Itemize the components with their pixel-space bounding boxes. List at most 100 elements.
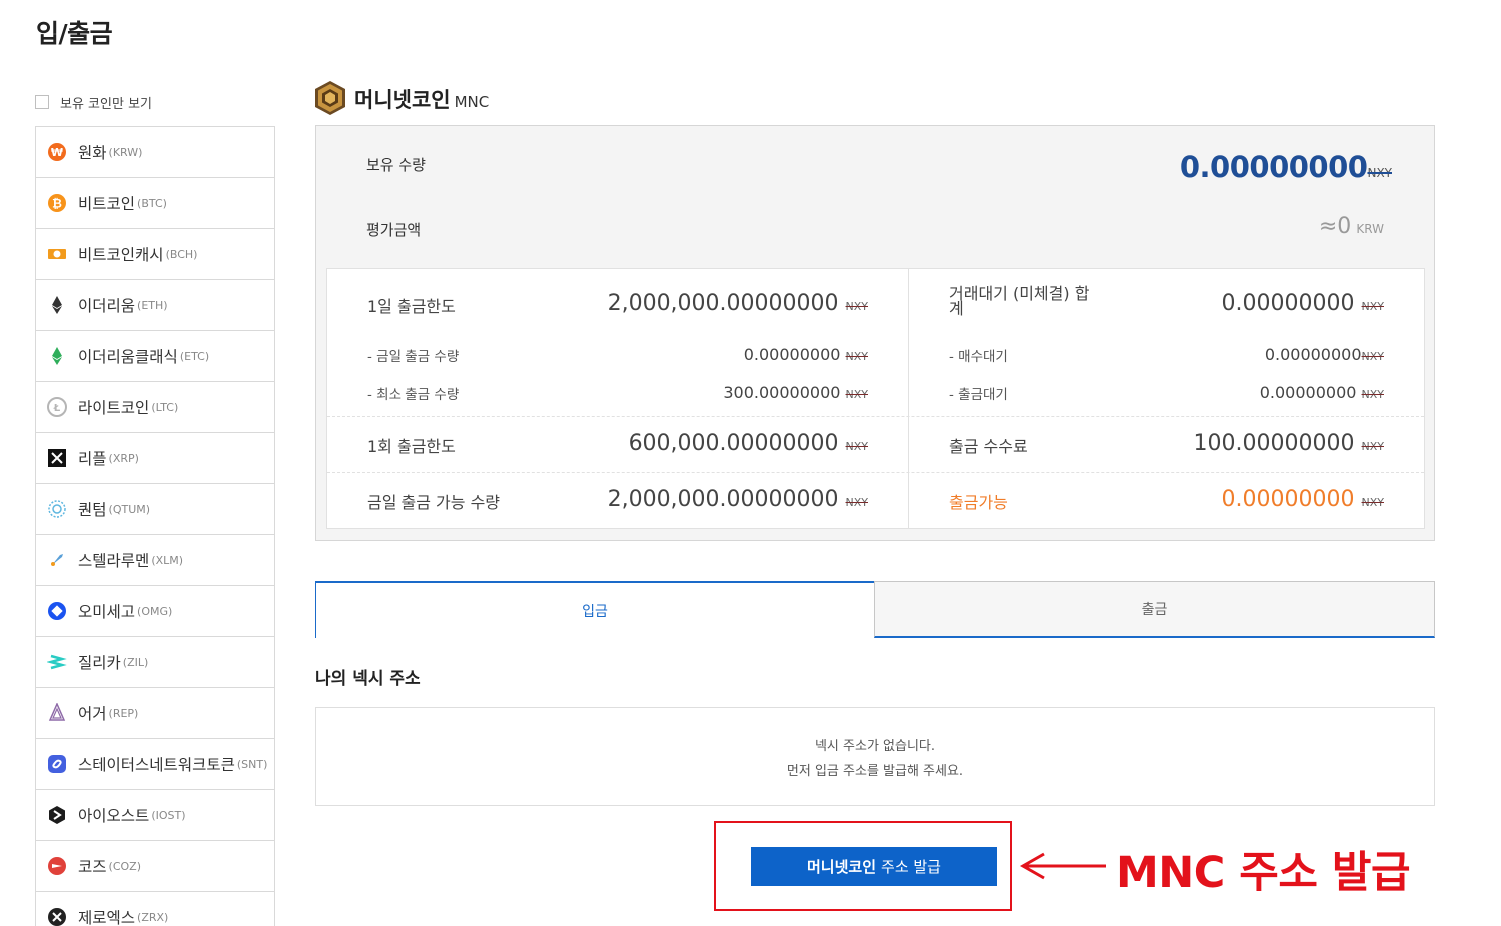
daily-limit-value: 2,000,000.00000000 [607,291,839,316]
address-empty-message: 넥시 주소가 없습니다. [814,739,936,754]
status-icon [47,754,67,774]
qtum-icon [47,499,67,519]
coin-title: 머니넷코인 MNC [354,84,489,114]
sidebar-coin-item[interactable]: 스테이터스네트워크토큰 (SNT) [36,739,274,790]
unit-label: NXY [1361,300,1384,313]
sidebar-coin-symbol: (ZRX) [137,910,169,924]
sidebar-coin-symbol: (REP) [108,706,139,720]
zilliqa-icon [47,652,67,672]
sidebar-coin-symbol: (BTC) [137,196,167,210]
sidebar-coin-item[interactable]: 스텔라루멘 (XLM) [36,535,274,586]
today-withdrawn-value: 0.00000000 [743,345,841,364]
withdrawable-label: 출금가능 [949,493,1008,512]
sidebar-coin-name: 비트코인 [78,195,136,213]
sidebar-coin-symbol: (SNT) [236,757,268,771]
unit-label: NXY [1361,496,1384,509]
only-held-label[interactable]: 보유 코인만 보기 [60,93,152,112]
tab-deposit[interactable]: 입금 [315,581,875,638]
sidebar-coin-item[interactable]: ₩ 원화 (KRW) [36,127,274,178]
tab-withdraw[interactable]: 출금 [874,581,1435,638]
won-icon: ₩ [47,142,67,162]
row-divider [327,472,1424,473]
coin-symbol: MNC [454,93,490,111]
pending-total-value: 0.00000000 [1221,291,1355,316]
once-limit-amount: 600,000.00000000 NXY [629,431,868,456]
sidebar-coin-item[interactable]: 오미세고 (OMG) [36,586,274,637]
issue-address-button[interactable]: 머니넷코인 주소 발급 [751,847,997,886]
sidebar-coin-name: 스텔라루멘 [78,552,150,570]
fee-value: 100.00000000 [1193,431,1355,456]
sidebar-coin-item[interactable]: 아이오스트 (IOST) [36,790,274,841]
pending-total-label: 거래대기 (미체결) 합계 [949,284,1090,317]
issue-button-coin: 머니넷코인 [807,858,877,876]
once-limit-label: 1회 출금한도 [367,437,456,456]
unit-label: NXY [1361,350,1384,363]
ethereum-icon [47,295,67,315]
sidebar-coin-item[interactable]: 비트코인캐시 (BCH) [36,229,274,280]
valuation-label: 평가금액 [366,221,422,239]
sidebar-coin-name: 스테이터스네트워크토큰 [78,756,235,774]
only-held-checkbox[interactable] [35,95,49,109]
sidebar-coin-symbol: (BCH) [165,247,198,261]
annotation-label: MNC 주소 발급 [1116,848,1411,898]
sidebar-coin-item[interactable]: 어거 (REP) [36,688,274,739]
valuation-amount: ≈0 KRW [1319,214,1384,239]
sidebar-coin-item[interactable]: 제로엑스 (ZRX) [36,892,274,926]
unit-label: NXY [845,440,868,453]
address-section-title: 나의 넥시 주소 [315,669,421,689]
sidebar-coin-symbol: (QTUM) [108,502,151,516]
sidebar-coin-name: 이더리움 [78,297,136,315]
min-withdraw-label: - 최소 출금 수량 [367,387,460,403]
sidebar-coin-item[interactable]: 이더리움 (ETH) [36,280,274,331]
min-withdraw-value: 300.00000000 [723,383,841,402]
holding-amount: 0.00000000NXY [1180,150,1392,184]
withdraw-limits-grid: 1일 출금한도 2,000,000.00000000 NXY - 금일 출금 수… [326,268,1425,529]
sidebar-coin-symbol: (XLM) [151,553,184,567]
pending-total-label-line1: 거래대기 (미체결) 합 [949,284,1090,303]
iost-icon [47,805,67,825]
unit-label: NXY [1361,388,1384,401]
fee-amount: 100.00000000 NXY [1194,431,1384,456]
fee-label: 출금 수수료 [949,437,1028,456]
bitcoin-icon: ₿ [47,193,67,213]
sidebar-coin-symbol: (OMG) [137,604,173,618]
pending-withdraw-label: - 출금대기 [949,387,1008,403]
sidebar-coin-item[interactable]: 이더리움클래식 (ETC) [36,331,274,382]
sidebar-coin-symbol: (IOST) [151,808,186,822]
daily-limit-label: 1일 출금한도 [367,297,456,316]
augur-icon [47,703,67,723]
pending-withdraw-amount: 0.00000000 NXY [1260,383,1384,402]
sidebar-coin-name: 오미세고 [78,603,136,621]
sidebar-coin-item[interactable]: 리플 (XRP) [36,433,274,484]
sidebar-coin-name: 이더리움클래식 [78,348,178,366]
sidebar-coin-item[interactable]: Ł 라이트코인 (LTC) [36,382,274,433]
sidebar-coin-symbol: (ETH) [137,298,168,312]
zrx-icon [47,907,67,926]
available-today-label: 금일 출금 가능 수량 [367,493,501,512]
sidebar-coin-item[interactable]: 질리카 (ZIL) [36,637,274,688]
sidebar-coin-name: 비트코인캐시 [78,246,164,264]
address-box: 넥시 주소가 없습니다. 먼저 입금 주소를 발급해 주세요. [315,707,1435,806]
unit-label: NXY [845,300,868,313]
holding-value: 0.00000000 [1179,150,1368,184]
coin-name: 머니넷코인 [354,88,451,112]
column-divider [908,269,909,528]
sidebar-coin-name: 퀀텀 [78,501,107,519]
pending-buy-label: - 매수대기 [949,349,1008,365]
sidebar-coin-item[interactable]: 코즈 (COZ) [36,841,274,892]
daily-limit-amount: 2,000,000.00000000 NXY [608,291,868,316]
litecoin-icon: Ł [47,397,67,417]
sidebar-coin-symbol: (LTC) [151,400,179,414]
unit-label: NXY [845,350,868,363]
once-limit-value: 600,000.00000000 [628,431,839,456]
sidebar-coin-symbol: (ZIL) [122,655,149,669]
sidebar-coin-name: 라이트코인 [78,399,150,417]
annotation-arrow-icon [1019,852,1106,880]
sidebar-coin-name: 아이오스트 [78,807,150,825]
omisego-icon [47,601,67,621]
xrp-icon [47,448,67,468]
pending-buy-value: 0.00000000 [1264,345,1362,364]
sidebar-coin-item[interactable]: ₿ 비트코인 (BTC) [36,178,274,229]
sidebar-coin-name: 리플 [78,450,107,468]
sidebar-coin-item[interactable]: 퀀텀 (QTUM) [36,484,274,535]
